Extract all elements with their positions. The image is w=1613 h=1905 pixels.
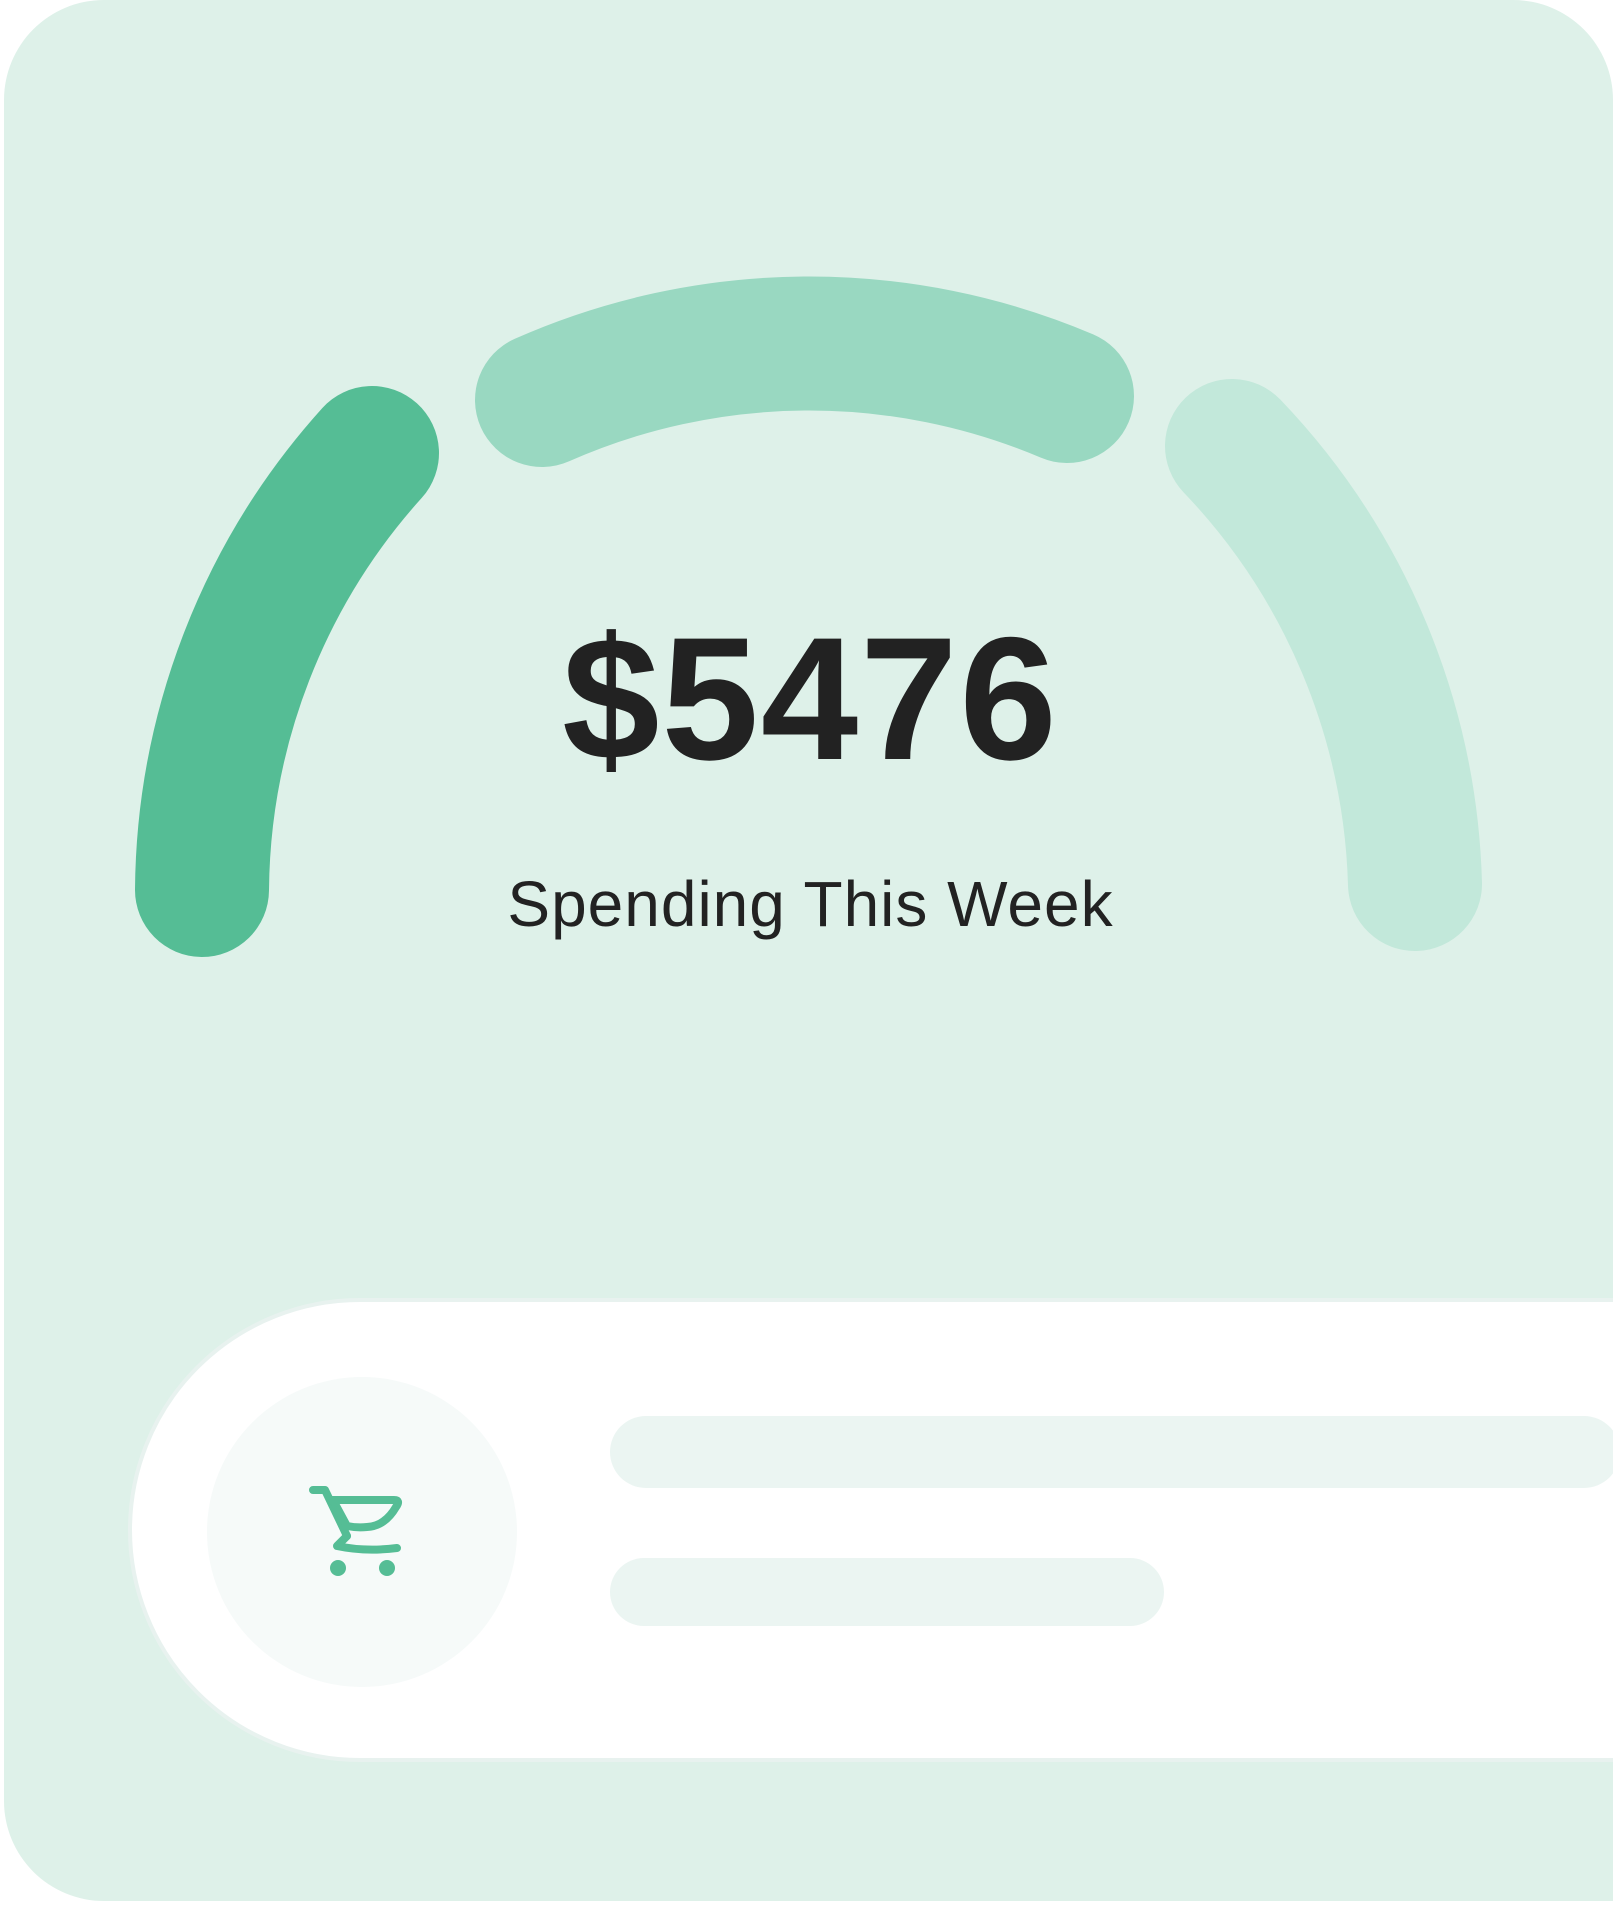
gauge-segment-top (475, 276, 1134, 467)
shopping-cart-icon (309, 1486, 403, 1576)
text-placeholder-line-1 (610, 1416, 1613, 1488)
spending-amount: $5476 (562, 602, 1059, 797)
spending-label: Spending This Week (507, 868, 1114, 940)
spending-gauge (135, 276, 1482, 957)
text-placeholder-line-2 (610, 1558, 1164, 1626)
spending-card: $5476 Spending This Week (4, 0, 1613, 1901)
